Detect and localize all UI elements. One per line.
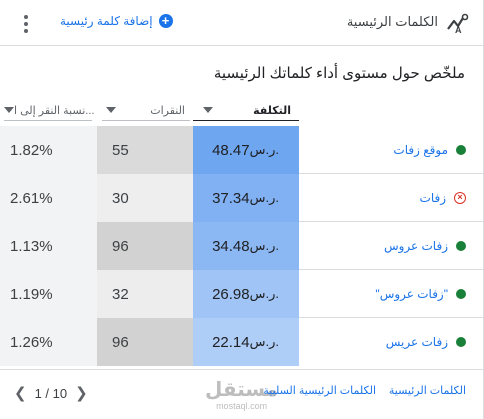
clicks-cell: 55 — [97, 126, 193, 174]
currency-label: ر.س. — [249, 190, 279, 205]
table-row: 1.82% 55 48.47 ر.س. موقع زفات — [0, 126, 484, 174]
column-header-ctr[interactable]: نسبة النقر إلى ا... — [0, 100, 95, 120]
keyword-link[interactable]: زفات عروس — [384, 239, 448, 253]
keywords-table: 1.82% 55 48.47 ر.س. موقع زفات 2.61% 30 37.34 ر.س… — [0, 126, 484, 366]
keyword-cell: زفات عروس — [299, 222, 484, 270]
chevron-left-icon[interactable]: ❮ — [14, 386, 27, 401]
active-status-icon — [456, 241, 466, 251]
more-options-icon[interactable] — [20, 13, 32, 33]
dropdown-arrow-icon — [106, 107, 116, 113]
cost-cell: 34.48 ر.س. — [193, 222, 299, 270]
keyword-link[interactable]: زفات عريس — [386, 335, 448, 349]
table-row: 1.19% 32 26.98 ر.س. "زفات عروس" — [0, 270, 484, 318]
card-header: A الكلمات الرئيسية + إضافة كلمة رئيسية — [0, 0, 484, 46]
keyword-cell: "زفات عروس" — [299, 270, 484, 318]
clicks-cell: 96 — [97, 318, 193, 366]
card-title: الكلمات الرئيسية — [346, 14, 438, 29]
active-status-icon — [456, 337, 466, 347]
plus-circle-icon: + — [158, 14, 173, 28]
ctr-cell: 1.19% — [0, 270, 97, 318]
ctr-cell: 1.13% — [0, 222, 97, 270]
cost-cell: 37.34 ر.س. — [193, 174, 299, 222]
chevron-right-icon[interactable]: ❯ — [75, 386, 88, 401]
active-status-icon — [456, 289, 466, 299]
clicks-cell: 96 — [97, 222, 193, 270]
ctr-cell: 1.82% — [0, 126, 97, 174]
column-header-cost[interactable]: التكلفة — [193, 100, 299, 120]
tab-keywords[interactable]: الكلمات الرئيسية — [389, 384, 466, 397]
table-row: 1.13% 96 34.48 ر.س. زفات عروس — [0, 222, 484, 270]
cost-cell: 22.14 ر.س. — [193, 318, 299, 366]
removed-status-icon: × — [454, 192, 466, 204]
table-row: 1.26% 96 22.14 ر.س. زفات عريس — [0, 318, 484, 366]
tab-negative-keywords[interactable]: الكلمات الرئيسية السلبية — [263, 384, 376, 397]
cost-value: 22.14 — [212, 333, 250, 351]
keyword-link[interactable]: زفات — [420, 191, 446, 205]
svg-text:A: A — [455, 25, 462, 35]
keyword-link[interactable]: "زفات عروس" — [375, 287, 448, 301]
active-status-icon — [456, 145, 466, 155]
cost-value: 48.47 — [212, 141, 250, 159]
sort-down-icon — [203, 107, 213, 113]
keywords-icon: A — [447, 13, 469, 35]
cost-value: 37.34 — [212, 189, 250, 207]
keyword-cell: موقع زفات — [299, 126, 484, 174]
currency-label: ر.س. — [249, 142, 279, 157]
column-header-clicks[interactable]: النقرات — [98, 100, 191, 120]
add-keyword-button[interactable]: + إضافة كلمة رئيسية — [60, 14, 173, 28]
page-indicator: 1 / 10 — [34, 386, 68, 401]
currency-label: ر.س. — [249, 238, 279, 253]
currency-label: ر.س. — [249, 286, 279, 301]
ctr-cell: 2.61% — [0, 174, 97, 222]
add-keyword-label: إضافة كلمة رئيسية — [60, 14, 153, 28]
cost-value: 26.98 — [212, 285, 250, 303]
clicks-cell: 30 — [97, 174, 193, 222]
keyword-cell: زفات × — [299, 174, 484, 222]
card-footer: ❮ 1 / 10 ❯ الكلمات الرئيسية السلبية الكل… — [0, 369, 484, 419]
summary-subtitle: ملخّص حول مستوى أداء كلماتك الرئيسية — [213, 65, 465, 82]
table-row: 2.61% 30 37.34 ر.س. زفات × — [0, 174, 484, 222]
currency-label: ر.س. — [249, 334, 279, 349]
keywords-card: A الكلمات الرئيسية + إضافة كلمة رئيسية م… — [0, 0, 484, 419]
cost-cell: 48.47 ر.س. — [193, 126, 299, 174]
cost-cell: 26.98 ر.س. — [193, 270, 299, 318]
ctr-cell: 1.26% — [0, 318, 97, 366]
dropdown-arrow-icon — [4, 107, 14, 113]
keyword-cell: زفات عريس — [299, 318, 484, 366]
clicks-cell: 32 — [97, 270, 193, 318]
keyword-link[interactable]: موقع زفات — [393, 143, 448, 157]
cost-value: 34.48 — [212, 237, 250, 255]
pagination: ❮ 1 / 10 ❯ — [14, 386, 88, 401]
